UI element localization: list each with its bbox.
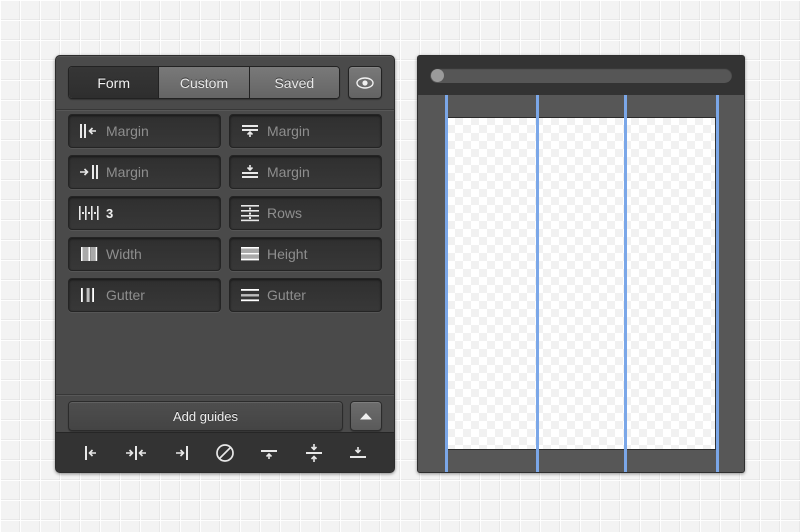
tab-custom-label: Custom bbox=[180, 75, 228, 91]
preview-margin-top bbox=[446, 95, 716, 118]
clear-guides-button[interactable] bbox=[210, 439, 240, 467]
field-margin-left[interactable]: Margin bbox=[68, 114, 221, 148]
field-column-gutter[interactable]: Gutter bbox=[68, 278, 221, 312]
field-column-width[interactable]: Width bbox=[68, 237, 221, 271]
eye-icon bbox=[356, 77, 374, 89]
tab-form-label: Form bbox=[97, 75, 130, 91]
tab-saved[interactable]: Saved bbox=[250, 67, 339, 98]
field-margin-top[interactable]: Margin bbox=[229, 114, 382, 148]
margin-bottom-icon bbox=[237, 162, 263, 182]
panel-footer: Add guides bbox=[56, 394, 394, 472]
field-row: Width Height bbox=[68, 237, 382, 271]
align-center-horizontal-button[interactable] bbox=[121, 439, 151, 467]
field-rows[interactable]: Rows bbox=[229, 196, 382, 230]
field-row: Margin Margin bbox=[68, 114, 382, 148]
field-column-width-text: Width bbox=[106, 246, 142, 262]
field-row-gutter[interactable]: Gutter bbox=[229, 278, 382, 312]
field-rows-text: Rows bbox=[267, 205, 302, 221]
align-center-horizontal-icon bbox=[123, 443, 149, 463]
tab-bar: Form Custom Saved bbox=[68, 67, 382, 98]
preview-titlebar bbox=[418, 56, 744, 95]
clear-guides-icon bbox=[214, 442, 236, 464]
align-top-icon bbox=[257, 443, 281, 463]
triangle-up-icon bbox=[358, 411, 374, 421]
align-top-button[interactable] bbox=[254, 439, 284, 467]
columns-icon bbox=[76, 203, 102, 223]
disclosure-button[interactable] bbox=[350, 401, 382, 431]
field-row: Margin Margin bbox=[68, 155, 382, 189]
align-left-button[interactable] bbox=[77, 439, 107, 467]
preview-slider[interactable] bbox=[430, 68, 732, 83]
field-columns[interactable]: 3 bbox=[68, 196, 221, 230]
field-columns-value: 3 bbox=[106, 206, 113, 221]
align-right-icon bbox=[170, 443, 192, 463]
rows-icon bbox=[237, 203, 263, 223]
align-bottom-icon bbox=[346, 443, 370, 463]
guide-vertical bbox=[624, 95, 627, 472]
align-bottom-button[interactable] bbox=[343, 439, 373, 467]
margin-top-icon bbox=[237, 121, 263, 141]
row-gutter-icon bbox=[237, 285, 263, 305]
column-width-icon bbox=[76, 244, 102, 264]
add-guides-bar: Add guides bbox=[68, 401, 382, 429]
field-row: 3 Rows bbox=[68, 196, 382, 230]
tabbar-divider bbox=[56, 109, 394, 111]
footer-divider bbox=[56, 394, 394, 396]
field-margin-top-text: Margin bbox=[267, 123, 310, 139]
field-row-height-text: Height bbox=[267, 246, 307, 262]
visibility-toggle-button[interactable] bbox=[348, 66, 382, 99]
align-right-button[interactable] bbox=[166, 439, 196, 467]
document-preview bbox=[417, 55, 745, 473]
field-margin-bottom-text: Margin bbox=[267, 164, 310, 180]
align-left-icon bbox=[81, 443, 103, 463]
row-height-icon bbox=[237, 244, 263, 264]
tab-saved-label: Saved bbox=[274, 75, 314, 91]
preview-canvas bbox=[418, 95, 744, 472]
field-margin-right-text: Margin bbox=[106, 164, 149, 180]
guide-vertical bbox=[536, 95, 539, 472]
field-margin-bottom[interactable]: Margin bbox=[229, 155, 382, 189]
align-center-vertical-button[interactable] bbox=[299, 439, 329, 467]
alignment-toolbar bbox=[56, 432, 394, 472]
preview-page bbox=[446, 117, 716, 450]
align-center-vertical-icon bbox=[302, 442, 326, 464]
field-grid: Margin Margin bbox=[68, 114, 382, 312]
field-row-gutter-text: Gutter bbox=[267, 287, 306, 303]
guide-vertical bbox=[445, 95, 448, 472]
preview-slider-knob[interactable] bbox=[431, 69, 444, 82]
margin-left-icon bbox=[76, 121, 102, 141]
guide-vertical bbox=[716, 95, 719, 472]
margin-right-icon bbox=[76, 162, 102, 182]
guide-panel: Form Custom Saved bbox=[55, 55, 395, 473]
tab-segment-control[interactable]: Form Custom Saved bbox=[68, 66, 340, 99]
field-column-gutter-text: Gutter bbox=[106, 287, 145, 303]
field-row: Gutter Gutter bbox=[68, 278, 382, 312]
add-guides-label: Add guides bbox=[173, 409, 238, 424]
preview-margin-bottom bbox=[446, 449, 716, 472]
field-row-height[interactable]: Height bbox=[229, 237, 382, 271]
field-margin-right[interactable]: Margin bbox=[68, 155, 221, 189]
add-guides-button[interactable]: Add guides bbox=[68, 401, 343, 431]
tab-custom[interactable]: Custom bbox=[159, 67, 249, 98]
field-margin-left-text: Margin bbox=[106, 123, 149, 139]
column-gutter-icon bbox=[76, 285, 102, 305]
tab-form[interactable]: Form bbox=[69, 67, 159, 98]
